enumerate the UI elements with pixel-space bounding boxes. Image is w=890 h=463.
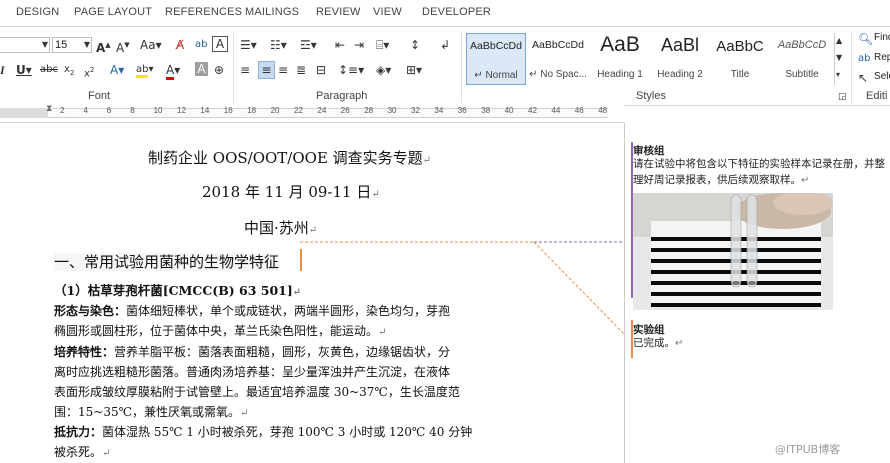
comment-text: 请在试验中将包含以下特征的实验样本记录在册，并整 — [633, 158, 885, 170]
watermark: @ITPUB博客 — [775, 443, 841, 456]
comment-author: 审核组 — [633, 145, 665, 157]
comment-text: 理好周记录报表，供后续观察取样。↵ — [633, 174, 810, 186]
comment-author: 实验组 — [633, 324, 665, 336]
sample-photo — [633, 193, 833, 310]
comment-text: 已完成。↵ — [633, 337, 684, 349]
comment-pane: 审核组 请在试验中将包含以下特征的实验样本记录在册，并整 理好周记录报表，供后续… — [624, 123, 890, 463]
